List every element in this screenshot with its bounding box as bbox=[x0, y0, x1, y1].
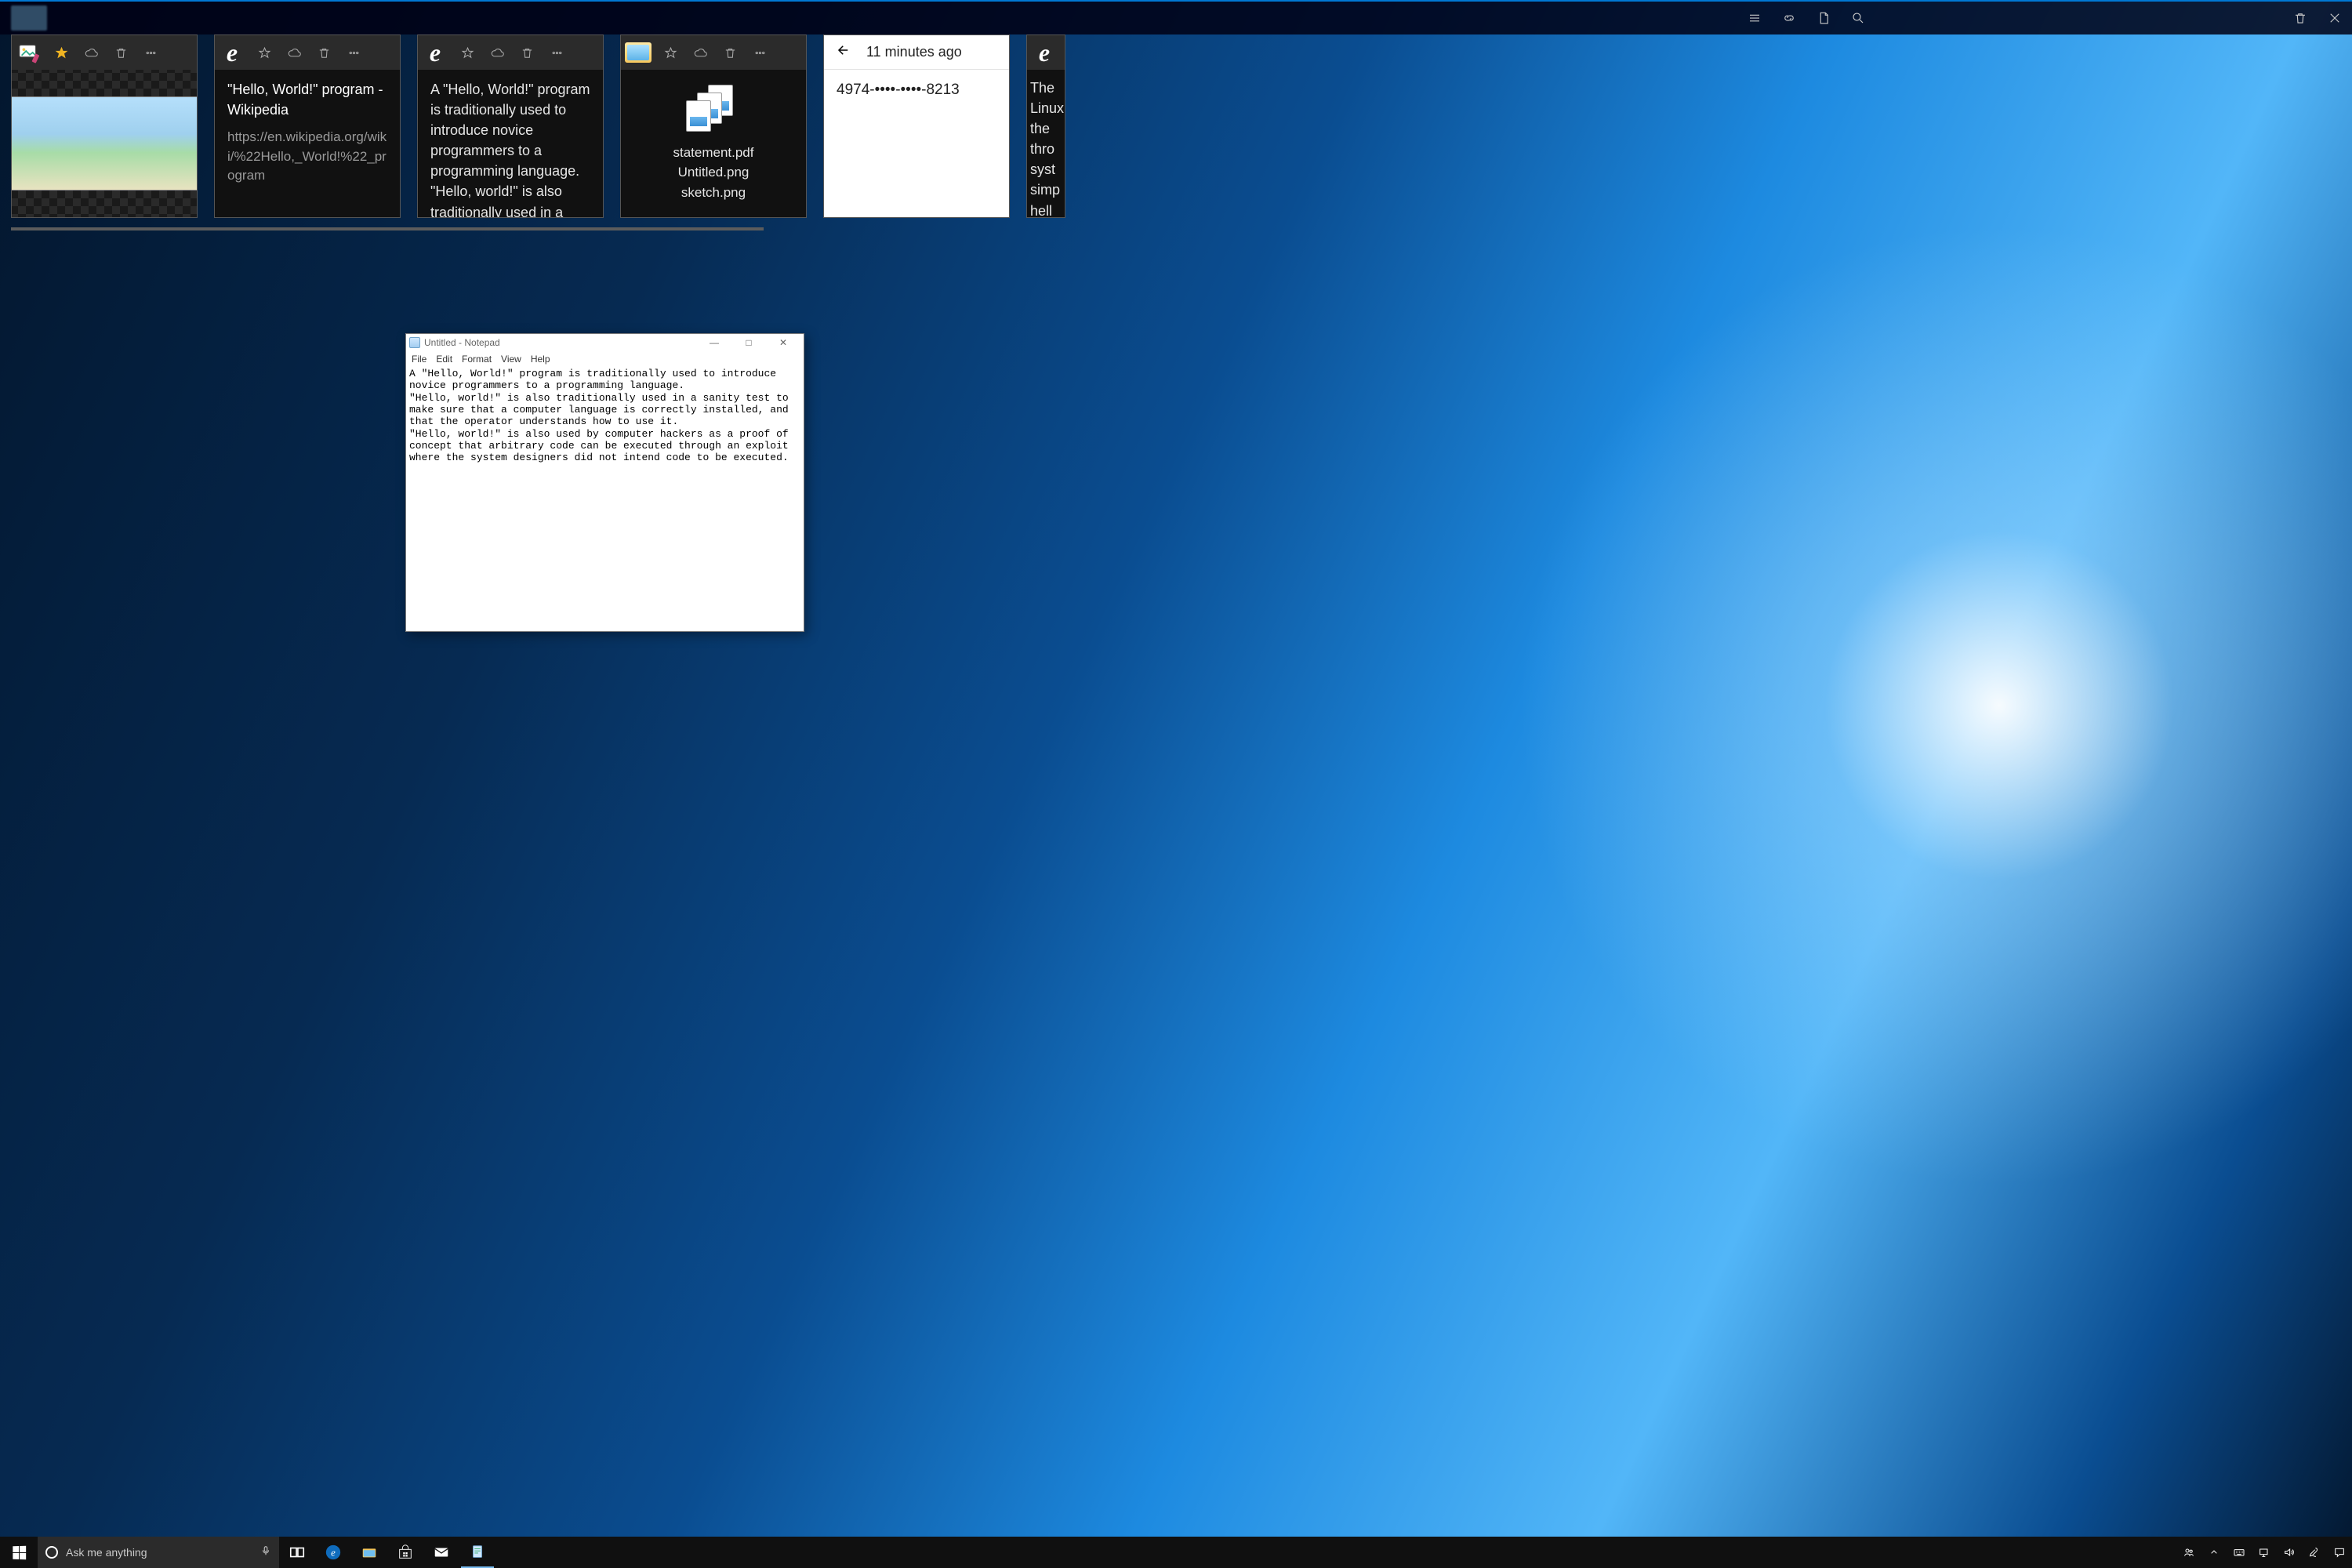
edge-app-icon: e bbox=[218, 38, 246, 67]
card-title: "Hello, World!" program - Wikipedia bbox=[227, 79, 387, 120]
timeline-card-edge-partial[interactable]: e The Linux the thro syst simp hell be i bbox=[1026, 34, 1065, 218]
notepad-window[interactable]: Untitled - Notepad — □ ✕ File Edit Forma… bbox=[405, 333, 804, 632]
card-image-preview bbox=[12, 70, 197, 217]
pen-icon[interactable] bbox=[2302, 1546, 2327, 1559]
cloud-icon[interactable] bbox=[685, 35, 715, 70]
file-list: statement.pdf Untitled.png sketch.png bbox=[673, 143, 753, 203]
card-header: e bbox=[215, 35, 400, 70]
cloud-icon[interactable] bbox=[482, 35, 512, 70]
star-icon[interactable] bbox=[655, 35, 685, 70]
svg-text:e: e bbox=[331, 1548, 336, 1559]
trash-icon[interactable] bbox=[512, 35, 542, 70]
mail-taskbar-button[interactable] bbox=[423, 1537, 459, 1568]
notepad-app-icon bbox=[409, 337, 420, 348]
volume-icon[interactable] bbox=[2277, 1546, 2302, 1559]
edge-app-icon: e bbox=[421, 38, 449, 67]
explorer-taskbar-button[interactable] bbox=[351, 1537, 387, 1568]
time-ago-label: 11 minutes ago bbox=[866, 44, 962, 60]
card-body: 4974-••••-••••-8213 bbox=[824, 70, 1009, 217]
masked-number: 4974-••••-••••-8213 bbox=[837, 79, 996, 101]
star-icon[interactable] bbox=[452, 35, 482, 70]
menu-format[interactable]: Format bbox=[458, 353, 495, 365]
trash-icon[interactable] bbox=[715, 35, 745, 70]
taskview-thumbnail[interactable] bbox=[11, 5, 47, 31]
card-snippet: A "Hello, World!" program is traditional… bbox=[430, 79, 590, 217]
card-header bbox=[621, 35, 806, 70]
store-taskbar-button[interactable] bbox=[387, 1537, 423, 1568]
notepad-taskbar-button[interactable] bbox=[459, 1537, 495, 1568]
timeline-card-edge-wikipedia[interactable]: e "Hello, World!" program - Wikipedia ht… bbox=[214, 34, 401, 218]
trash-icon[interactable] bbox=[106, 35, 136, 70]
tray-up-icon[interactable] bbox=[2201, 1546, 2227, 1559]
link-icon[interactable] bbox=[1772, 1, 1806, 35]
card-body: A "Hello, World!" program is traditional… bbox=[418, 70, 603, 217]
edge-app-icon: e bbox=[1030, 38, 1058, 67]
notepad-title: Untitled - Notepad bbox=[424, 337, 697, 348]
more-icon[interactable] bbox=[542, 35, 572, 70]
action-center-icon[interactable] bbox=[2327, 1546, 2352, 1559]
notepad-textarea[interactable]: A "Hello, World!" program is traditional… bbox=[406, 367, 804, 631]
close-icon[interactable] bbox=[2318, 1, 2352, 35]
timeline-card-history[interactable]: 11 minutes ago 4974-••••-••••-8213 bbox=[823, 34, 1010, 218]
card-url: https://en.wikipedia.org/wiki/%22Hello,_… bbox=[227, 128, 387, 186]
timeline-card-edge-snippet[interactable]: e A "Hello, World!" program is tradition… bbox=[417, 34, 604, 218]
star-icon[interactable] bbox=[249, 35, 279, 70]
search-placeholder: Ask me anything bbox=[66, 1546, 252, 1559]
search-icon[interactable] bbox=[1841, 1, 1875, 35]
card-header: e bbox=[1027, 35, 1065, 70]
back-arrow-icon[interactable] bbox=[837, 43, 851, 61]
start-button[interactable] bbox=[0, 1537, 38, 1568]
touch-keyboard-icon[interactable] bbox=[2227, 1546, 2252, 1559]
menu-view[interactable]: View bbox=[497, 353, 525, 365]
card-header bbox=[12, 35, 197, 70]
timeline-card-paint[interactable] bbox=[11, 34, 198, 218]
cloud-icon[interactable] bbox=[279, 35, 309, 70]
taskview-button[interactable] bbox=[279, 1537, 315, 1568]
card-body: "Hello, World!" program - Wikipedia http… bbox=[215, 70, 400, 217]
page-icon[interactable] bbox=[1806, 1, 1841, 35]
timeline-cards-row: e "Hello, World!" program - Wikipedia ht… bbox=[11, 34, 2352, 230]
star-icon[interactable] bbox=[46, 35, 76, 70]
cloud-icon[interactable] bbox=[76, 35, 106, 70]
menu-help[interactable]: Help bbox=[527, 353, 554, 365]
menu-file[interactable]: File bbox=[408, 353, 430, 365]
cortana-icon bbox=[45, 1546, 58, 1559]
trash-icon[interactable] bbox=[309, 35, 339, 70]
microphone-icon[interactable] bbox=[260, 1544, 271, 1562]
menu-edit[interactable]: Edit bbox=[432, 353, 456, 365]
taskbar: Ask me anything e bbox=[0, 1537, 2352, 1568]
timeline-topbar bbox=[0, 0, 2352, 34]
file-name: sketch.png bbox=[673, 183, 753, 203]
card-body: The Linux the thro syst simp hell be i bbox=[1027, 70, 1065, 217]
minimize-button[interactable]: — bbox=[697, 334, 731, 351]
file-cluster-icon bbox=[686, 85, 741, 132]
notepad-menubar: File Edit Format View Help bbox=[406, 351, 804, 367]
notepad-titlebar[interactable]: Untitled - Notepad — □ ✕ bbox=[406, 334, 804, 351]
close-button[interactable]: ✕ bbox=[766, 334, 800, 351]
cortana-search-box[interactable]: Ask me anything bbox=[38, 1537, 279, 1568]
paint-app-icon bbox=[15, 38, 43, 67]
timeline-card-files[interactable]: statement.pdf Untitled.png sketch.png bbox=[620, 34, 807, 218]
trash-icon[interactable] bbox=[2283, 1, 2318, 35]
timeline-scrollbar[interactable] bbox=[11, 227, 764, 230]
file-name: Untitled.png bbox=[673, 162, 753, 183]
people-icon[interactable] bbox=[2176, 1546, 2201, 1559]
card-header: e bbox=[418, 35, 603, 70]
card-header: 11 minutes ago bbox=[824, 35, 1009, 70]
more-icon[interactable] bbox=[136, 35, 165, 70]
card-body: statement.pdf Untitled.png sketch.png bbox=[621, 70, 806, 217]
maximize-button[interactable]: □ bbox=[731, 334, 766, 351]
more-icon[interactable] bbox=[745, 35, 775, 70]
file-name: statement.pdf bbox=[673, 143, 753, 163]
edge-taskbar-button[interactable]: e bbox=[315, 1537, 351, 1568]
more-icon[interactable] bbox=[339, 35, 368, 70]
lines-icon[interactable] bbox=[1737, 1, 1772, 35]
network-icon[interactable] bbox=[2252, 1546, 2277, 1559]
explorer-app-icon bbox=[624, 38, 652, 67]
desktop-wallpaper bbox=[0, 0, 2352, 1568]
system-tray bbox=[2176, 1537, 2352, 1568]
windows-logo-icon bbox=[13, 1545, 26, 1559]
card-snippet: The Linux the thro syst simp hell be i bbox=[1030, 78, 1062, 217]
